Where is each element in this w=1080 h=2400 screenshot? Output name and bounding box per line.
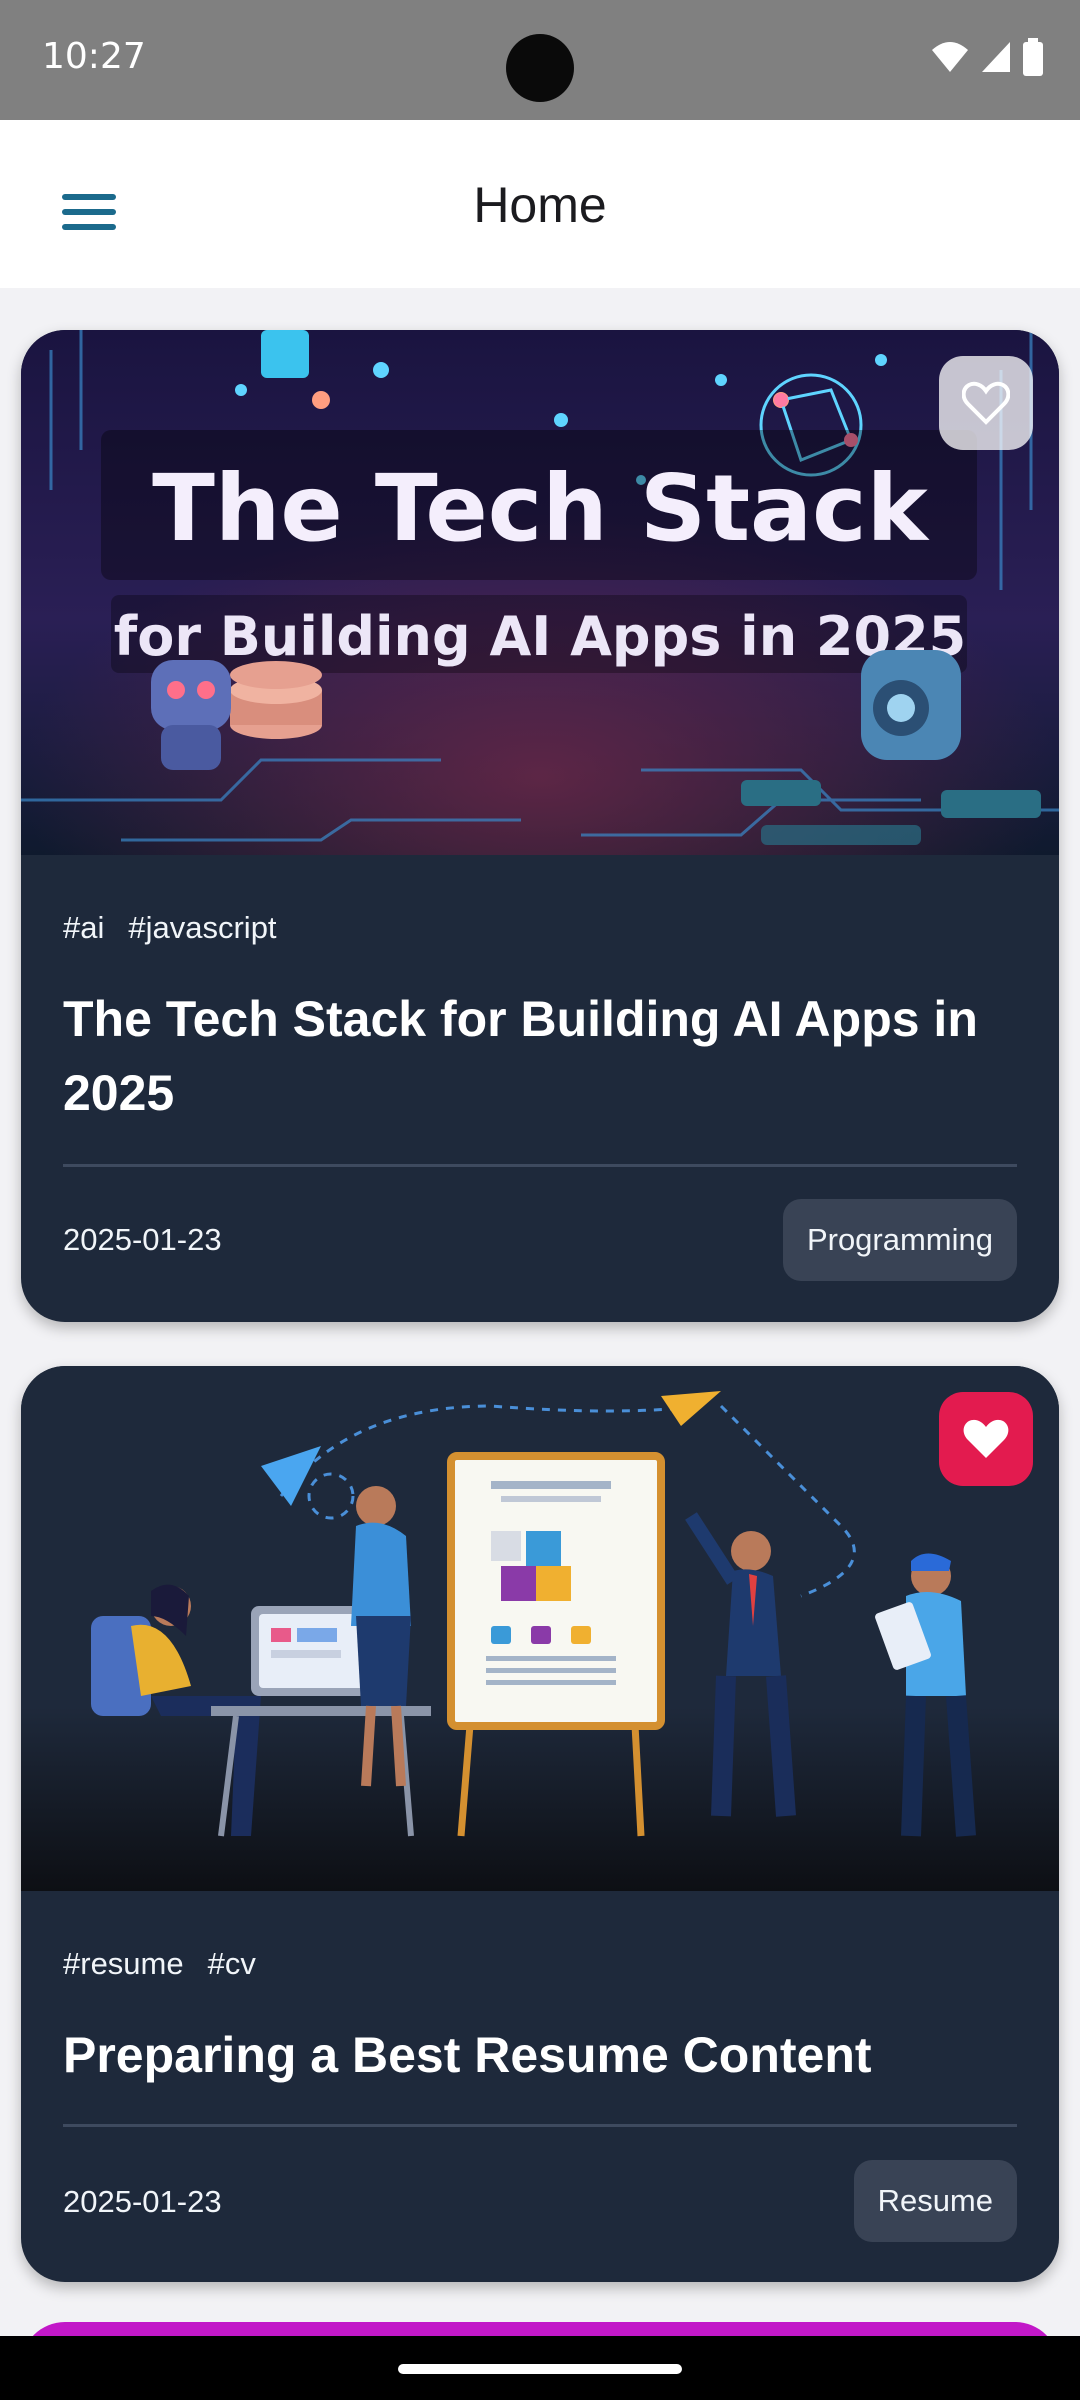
cover-title-line-2: for Building AI Apps in 2025 (114, 605, 966, 668)
tag[interactable]: #ai (63, 910, 104, 946)
post-cover-image: The Tech Stack for Building AI Apps in 2… (21, 330, 1059, 855)
wifi-icon (932, 42, 968, 72)
category-badge[interactable]: Programming (782, 1199, 1017, 1281)
post-tags: #resume #cv (63, 1946, 256, 1982)
app-bar: Home (0, 120, 1080, 288)
card-divider (63, 2124, 1017, 2127)
post-date: 2025-01-23 (63, 1222, 222, 1257)
status-time: 10:27 (42, 36, 146, 77)
cover-title-line-1: The Tech Stack (152, 455, 930, 562)
cell-signal-icon (982, 42, 1010, 72)
favorite-button[interactable] (939, 356, 1033, 450)
tag[interactable]: #resume (63, 1946, 184, 1982)
camera-cutout (506, 34, 574, 102)
battery-icon (1023, 38, 1043, 76)
tag[interactable]: #cv (208, 1946, 256, 1982)
category-badge[interactable]: Resume (853, 2160, 1017, 2242)
post-cover-image (21, 1366, 1059, 1891)
card-divider (63, 1164, 1017, 1167)
tag[interactable]: #javascript (128, 910, 276, 946)
heart-outline-icon (962, 381, 1010, 425)
status-icons (930, 38, 1044, 76)
post-date: 2025-01-23 (63, 2184, 222, 2219)
status-bar: 10:27 (0, 0, 1080, 120)
home-indicator[interactable] (398, 2364, 682, 2374)
favorite-button[interactable] (939, 1392, 1033, 1486)
post-title[interactable]: The Tech Stack for Building AI Apps in 2… (63, 982, 1013, 1130)
heart-filled-icon (963, 1419, 1009, 1458)
post-card[interactable]: The Tech Stack for Building AI Apps in 2… (21, 330, 1059, 1322)
post-title[interactable]: Preparing a Best Resume Content (63, 2018, 1013, 2092)
post-tags: #ai #javascript (63, 910, 277, 946)
post-card[interactable]: #resume #cv Preparing a Best Resume Cont… (21, 1366, 1059, 2282)
page-title: Home (473, 177, 607, 233)
